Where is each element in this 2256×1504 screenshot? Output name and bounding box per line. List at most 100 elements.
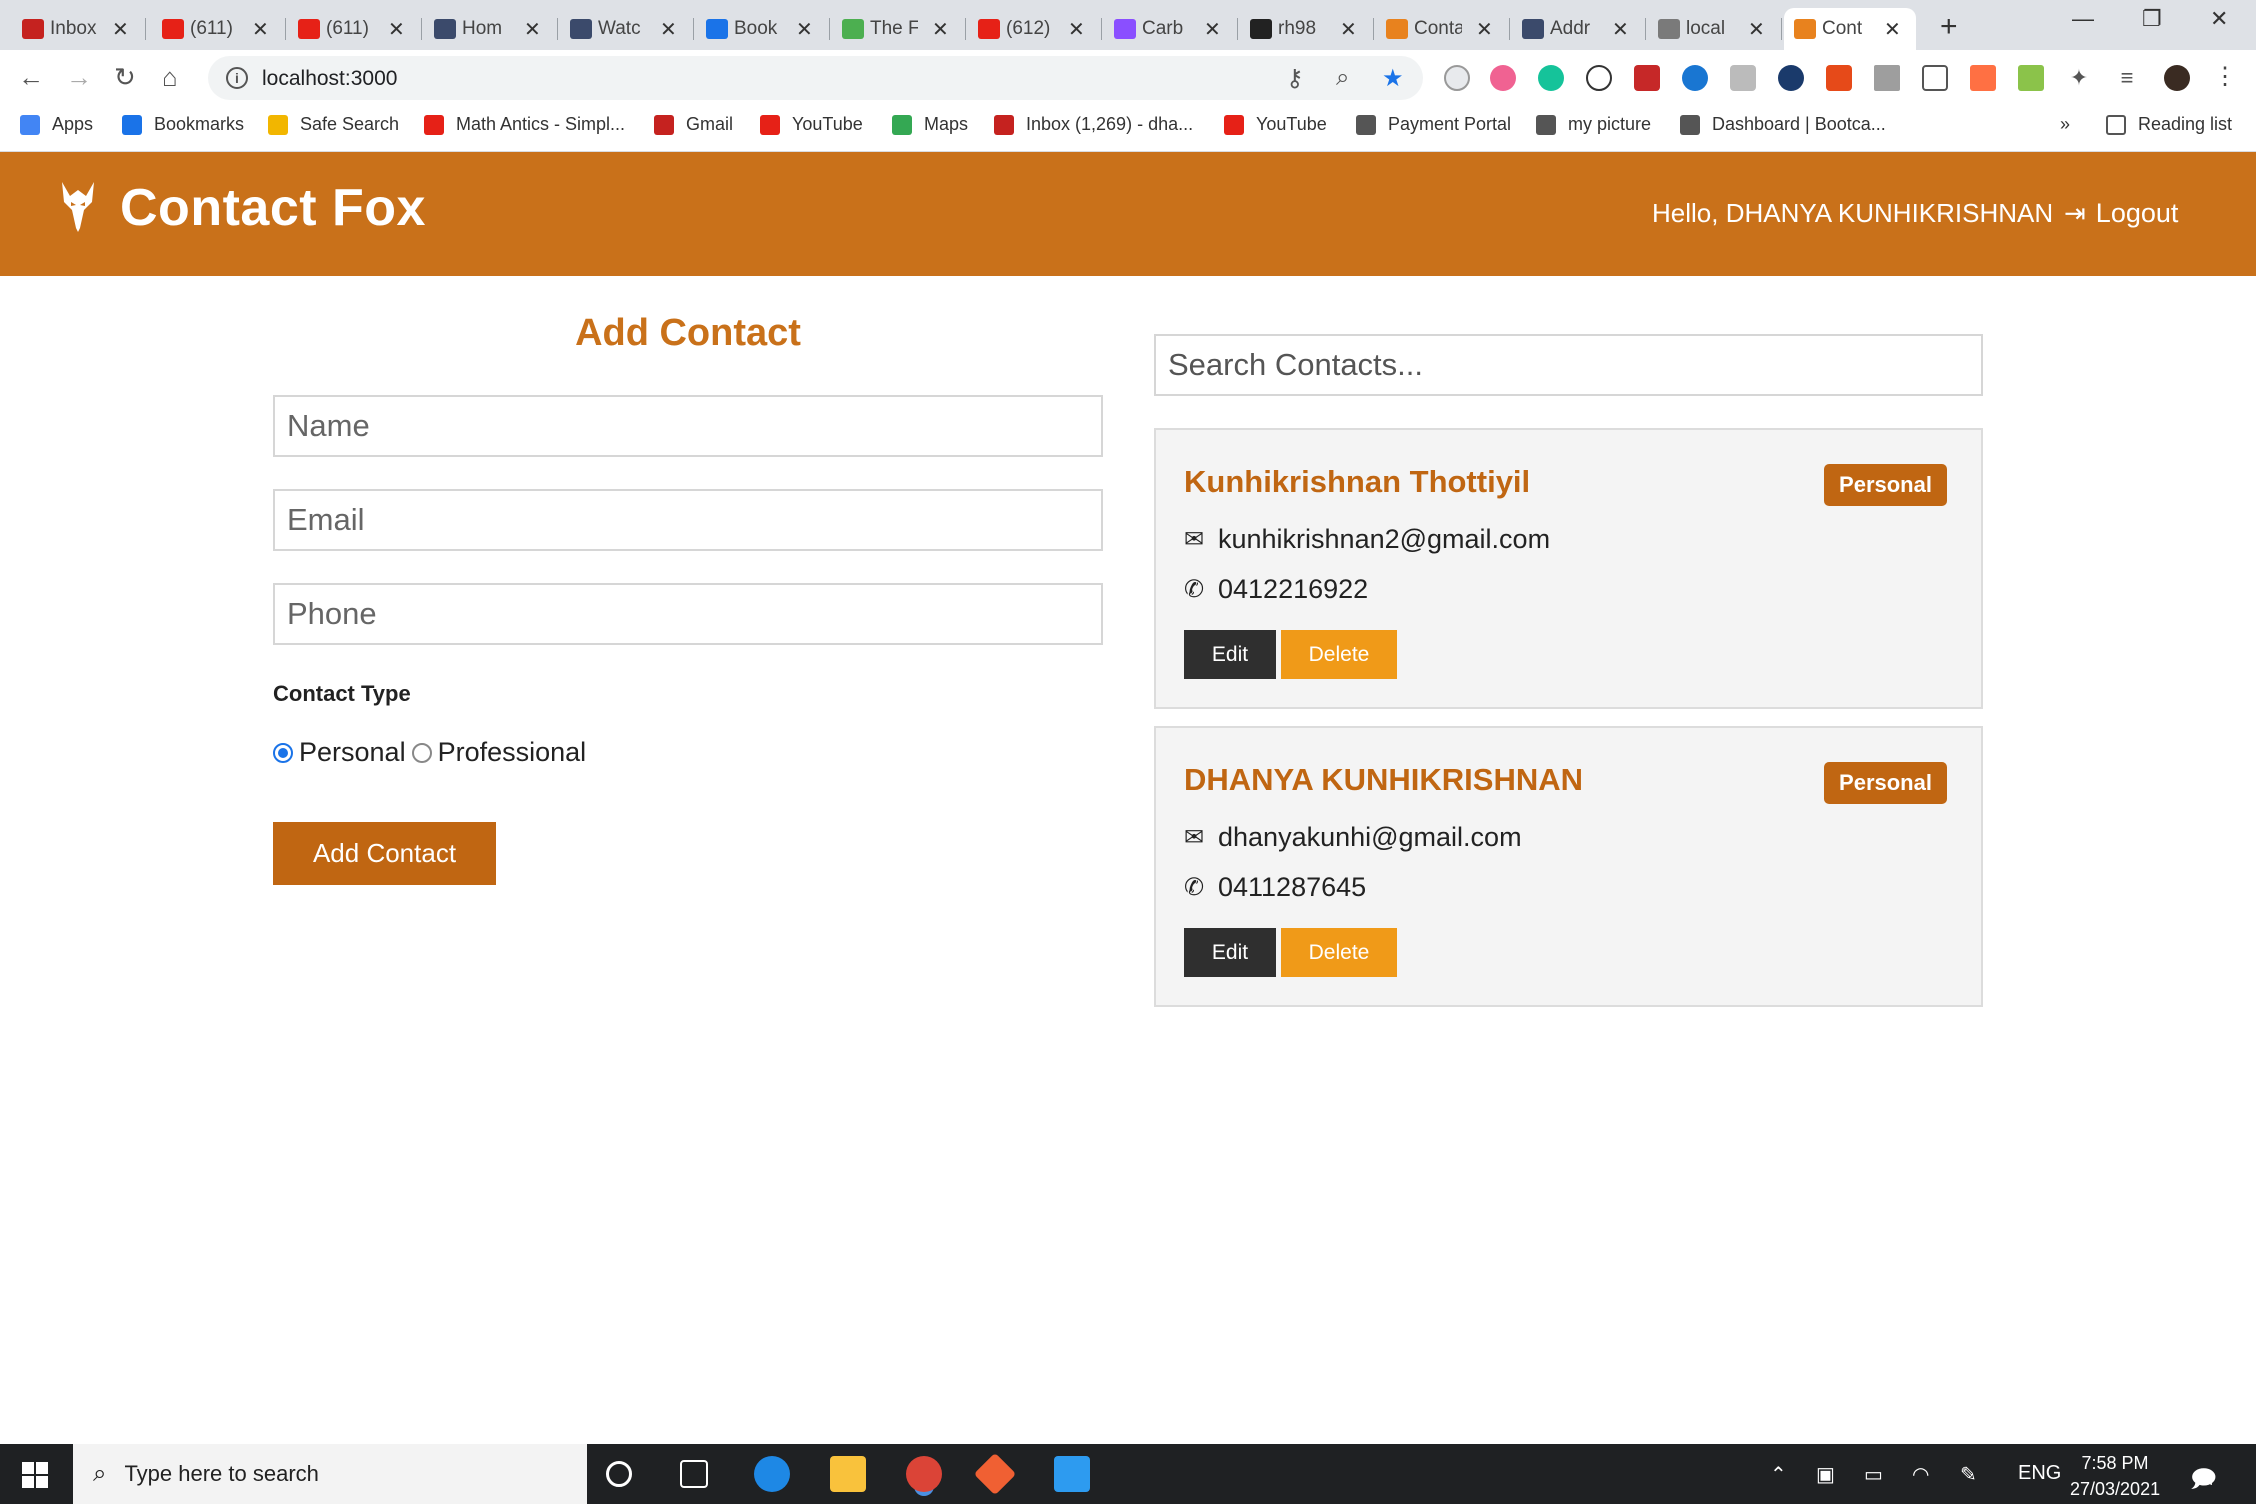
tab-close-icon[interactable]: ✕: [660, 17, 677, 42]
language-indicator[interactable]: ENG: [2018, 1462, 2061, 1485]
edit-button[interactable]: Edit: [1184, 630, 1276, 679]
browser-tab[interactable]: Cont ✕: [1784, 8, 1916, 50]
tab-close-icon[interactable]: ✕: [388, 17, 405, 42]
new-tab-button[interactable]: +: [1940, 10, 1958, 44]
bookmark-item[interactable]: Bookmarks: [122, 114, 244, 135]
home-icon[interactable]: ⌂: [162, 62, 178, 93]
puzzle-extensions-icon[interactable]: ✦: [2066, 65, 2092, 91]
profile-avatar[interactable]: [2164, 65, 2190, 91]
bookmarks-overflow[interactable]: »: [2060, 114, 2070, 135]
tab-close-icon[interactable]: ✕: [112, 17, 129, 42]
tab-close-icon[interactable]: ✕: [1204, 17, 1221, 42]
bookmark-item[interactable]: Inbox (1,269) - dha...: [994, 114, 1193, 135]
bookmark-item[interactable]: Safe Search: [268, 114, 399, 135]
pen-icon[interactable]: ✎: [1960, 1462, 1977, 1487]
browser-tab[interactable]: rh98 ✕: [1240, 8, 1374, 50]
personal-radio-label[interactable]: Personal: [299, 737, 406, 768]
browser-tab[interactable]: Hom ✕: [424, 8, 558, 50]
wifi-icon[interactable]: ◠: [1912, 1462, 1929, 1487]
extension-icon[interactable]: [1490, 65, 1516, 91]
bookmark-item[interactable]: Apps: [20, 114, 93, 135]
bookmark-item[interactable]: Maps: [892, 114, 968, 135]
taskbar-search[interactable]: ⌕ Type here to search: [73, 1444, 587, 1504]
bookmark-item[interactable]: Math Antics - Simpl...: [424, 114, 625, 135]
chrome-icon[interactable]: [906, 1456, 942, 1492]
delete-button[interactable]: Delete: [1281, 630, 1397, 679]
media-control-icon[interactable]: ≡: [2114, 65, 2140, 91]
phone-field[interactable]: [273, 583, 1103, 645]
search-contacts-input[interactable]: [1154, 334, 1983, 396]
extension-icon[interactable]: [1444, 65, 1470, 91]
tab-close-icon[interactable]: ✕: [1340, 17, 1357, 42]
minimize-icon[interactable]: —: [2072, 6, 2094, 32]
reload-icon[interactable]: ↻: [114, 62, 136, 93]
key-icon[interactable]: ⚷: [1286, 64, 1304, 93]
file-explorer-icon[interactable]: [830, 1456, 866, 1492]
forward-icon[interactable]: →: [66, 62, 92, 93]
extension-icon[interactable]: [1634, 65, 1660, 91]
extension-icon[interactable]: [1778, 65, 1804, 91]
browser-tab[interactable]: (611) ✕: [152, 8, 286, 50]
bookmark-item[interactable]: Gmail: [654, 114, 733, 135]
browser-tab[interactable]: local ✕: [1648, 8, 1782, 50]
zoom-icon[interactable]: ⌕: [1336, 64, 1349, 92]
professional-radio-label[interactable]: Professional: [438, 737, 587, 768]
add-contact-button[interactable]: Add Contact: [273, 822, 496, 885]
browser-tab[interactable]: The F ✕: [832, 8, 966, 50]
restore-icon[interactable]: ❐: [2142, 6, 2162, 32]
tab-close-icon[interactable]: ✕: [1476, 17, 1493, 42]
logout-link[interactable]: ⇥ Logout: [2064, 198, 2178, 229]
bookmark-item[interactable]: Dashboard | Bootca...: [1680, 114, 1886, 135]
git-icon[interactable]: [973, 1452, 1017, 1496]
task-view-icon[interactable]: [680, 1460, 708, 1488]
clock[interactable]: 7:58 PM 27/03/2021: [2070, 1450, 2160, 1502]
browser-tab[interactable]: (611) ✕: [288, 8, 422, 50]
browser-tab[interactable]: Book ✕: [696, 8, 830, 50]
tab-close-icon[interactable]: ✕: [524, 17, 541, 42]
browser-tab[interactable]: Addr ✕: [1512, 8, 1646, 50]
brand[interactable]: Contact Fox: [58, 178, 426, 238]
browser-tab[interactable]: Conta ✕: [1376, 8, 1510, 50]
reading-list-button[interactable]: Reading list: [2106, 114, 2232, 135]
delete-button[interactable]: Delete: [1281, 928, 1397, 977]
extension-icon[interactable]: [1730, 65, 1756, 91]
address-bar[interactable]: i localhost:3000 ⚷ ⌕ ★: [208, 56, 1423, 100]
window-close-icon[interactable]: ✕: [2210, 6, 2228, 32]
extension-icon[interactable]: [1586, 65, 1612, 91]
extension-icon[interactable]: [1682, 65, 1708, 91]
tray-overflow-icon[interactable]: ⌃: [1770, 1462, 1787, 1487]
tab-close-icon[interactable]: ✕: [1612, 17, 1629, 42]
browser-menu-icon[interactable]: ⋮: [2212, 65, 2238, 91]
bookmark-item[interactable]: YouTube: [1224, 114, 1327, 135]
extension-icon[interactable]: [2018, 65, 2044, 91]
tray-app-icon[interactable]: ▣: [1816, 1462, 1835, 1487]
tab-close-icon[interactable]: ✕: [1068, 17, 1085, 42]
extension-icon[interactable]: [1874, 65, 1900, 91]
extension-icon[interactable]: [1970, 65, 1996, 91]
back-icon[interactable]: ←: [18, 62, 44, 93]
bookmark-item[interactable]: Payment Portal: [1356, 114, 1511, 135]
browser-tab[interactable]: Carb ✕: [1104, 8, 1238, 50]
tab-close-icon[interactable]: ✕: [252, 17, 269, 42]
personal-radio[interactable]: [273, 742, 293, 763]
windows-start-icon[interactable]: [22, 1462, 48, 1488]
name-field[interactable]: [273, 395, 1103, 457]
extension-icon[interactable]: [1922, 65, 1948, 91]
tab-close-icon[interactable]: ✕: [1884, 17, 1901, 42]
tab-close-icon[interactable]: ✕: [1748, 17, 1765, 42]
grammarly-icon[interactable]: [1538, 65, 1564, 91]
site-info-icon[interactable]: i: [226, 67, 248, 89]
browser-tab[interactable]: (612) ✕: [968, 8, 1102, 50]
bookmark-item[interactable]: my picture: [1536, 114, 1651, 135]
bookmark-item[interactable]: YouTube: [760, 114, 863, 135]
bookmark-star-icon[interactable]: ★: [1382, 64, 1404, 93]
tab-close-icon[interactable]: ✕: [796, 17, 813, 42]
email-field[interactable]: [273, 489, 1103, 551]
professional-radio[interactable]: [411, 742, 432, 763]
edge-browser-icon[interactable]: [754, 1456, 790, 1492]
edit-button[interactable]: Edit: [1184, 928, 1276, 977]
extension-icon[interactable]: [1826, 65, 1852, 91]
browser-tab[interactable]: Inbox ✕: [12, 8, 146, 50]
cortana-icon[interactable]: [606, 1461, 632, 1487]
tab-close-icon[interactable]: ✕: [932, 17, 949, 42]
